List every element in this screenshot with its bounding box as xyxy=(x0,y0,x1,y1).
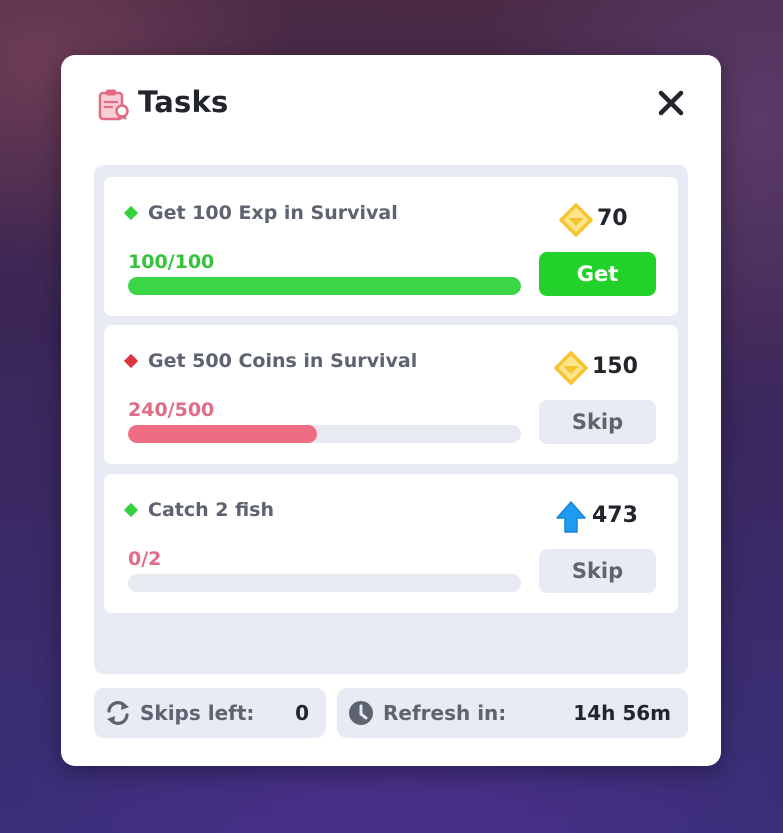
reward-value: 473 xyxy=(592,503,638,528)
task-label: Catch 2 fish xyxy=(148,499,275,521)
progress-bar xyxy=(128,574,521,592)
gem-icon xyxy=(559,203,593,237)
task-label: Get 500 Coins in Survival xyxy=(148,350,418,372)
reward-value: 70 xyxy=(597,206,628,231)
task-card: Get 100 Exp in Survival 100/100 70 Get xyxy=(104,177,678,316)
task-card: Get 500 Coins in Survival 240/500 150 Sk… xyxy=(104,325,678,464)
modal-title: Tasks xyxy=(138,85,229,119)
reward-value: 150 xyxy=(592,354,638,379)
progress-text: 240/500 xyxy=(128,399,215,421)
progress-bar xyxy=(128,277,521,295)
reward: 150 xyxy=(554,351,664,385)
status-diamond xyxy=(123,205,139,221)
skips-left-box: Skips left: 0 xyxy=(94,688,326,738)
tasks-modal: Tasks Get 100 Exp in Survival 100/100 70… xyxy=(61,55,721,766)
progress-fill xyxy=(128,277,521,295)
progress-text: 0/2 xyxy=(128,548,162,570)
clock-icon xyxy=(349,701,373,725)
refresh-box: Refresh in: 14h 56m xyxy=(337,688,688,738)
modal-header: Tasks xyxy=(97,83,691,123)
progress-fill xyxy=(128,425,317,443)
clipboard-icon xyxy=(98,89,129,121)
skip-button[interactable]: Skip xyxy=(539,549,656,593)
progress-bar xyxy=(128,425,521,443)
refresh-icon xyxy=(107,701,129,725)
close-icon[interactable] xyxy=(657,89,685,117)
task-list: Get 100 Exp in Survival 100/100 70 Get G… xyxy=(94,165,688,674)
get-button[interactable]: Get xyxy=(539,252,656,296)
skips-left-label: Skips left: xyxy=(140,701,255,725)
task-card: Catch 2 fish 0/2 473 Skip xyxy=(104,474,678,613)
skips-left-value: 0 xyxy=(295,701,309,725)
gem-icon xyxy=(554,351,588,385)
status-diamond xyxy=(123,353,139,369)
reward: 70 xyxy=(559,203,669,237)
reward: 473 xyxy=(554,500,664,534)
refresh-label: Refresh in: xyxy=(383,701,507,725)
progress-text: 100/100 xyxy=(128,251,215,273)
up-arrow-icon xyxy=(556,501,586,533)
skip-button[interactable]: Skip xyxy=(539,400,656,444)
refresh-value: 14h 56m xyxy=(573,701,671,725)
task-label: Get 100 Exp in Survival xyxy=(148,202,398,224)
status-diamond xyxy=(123,502,139,518)
